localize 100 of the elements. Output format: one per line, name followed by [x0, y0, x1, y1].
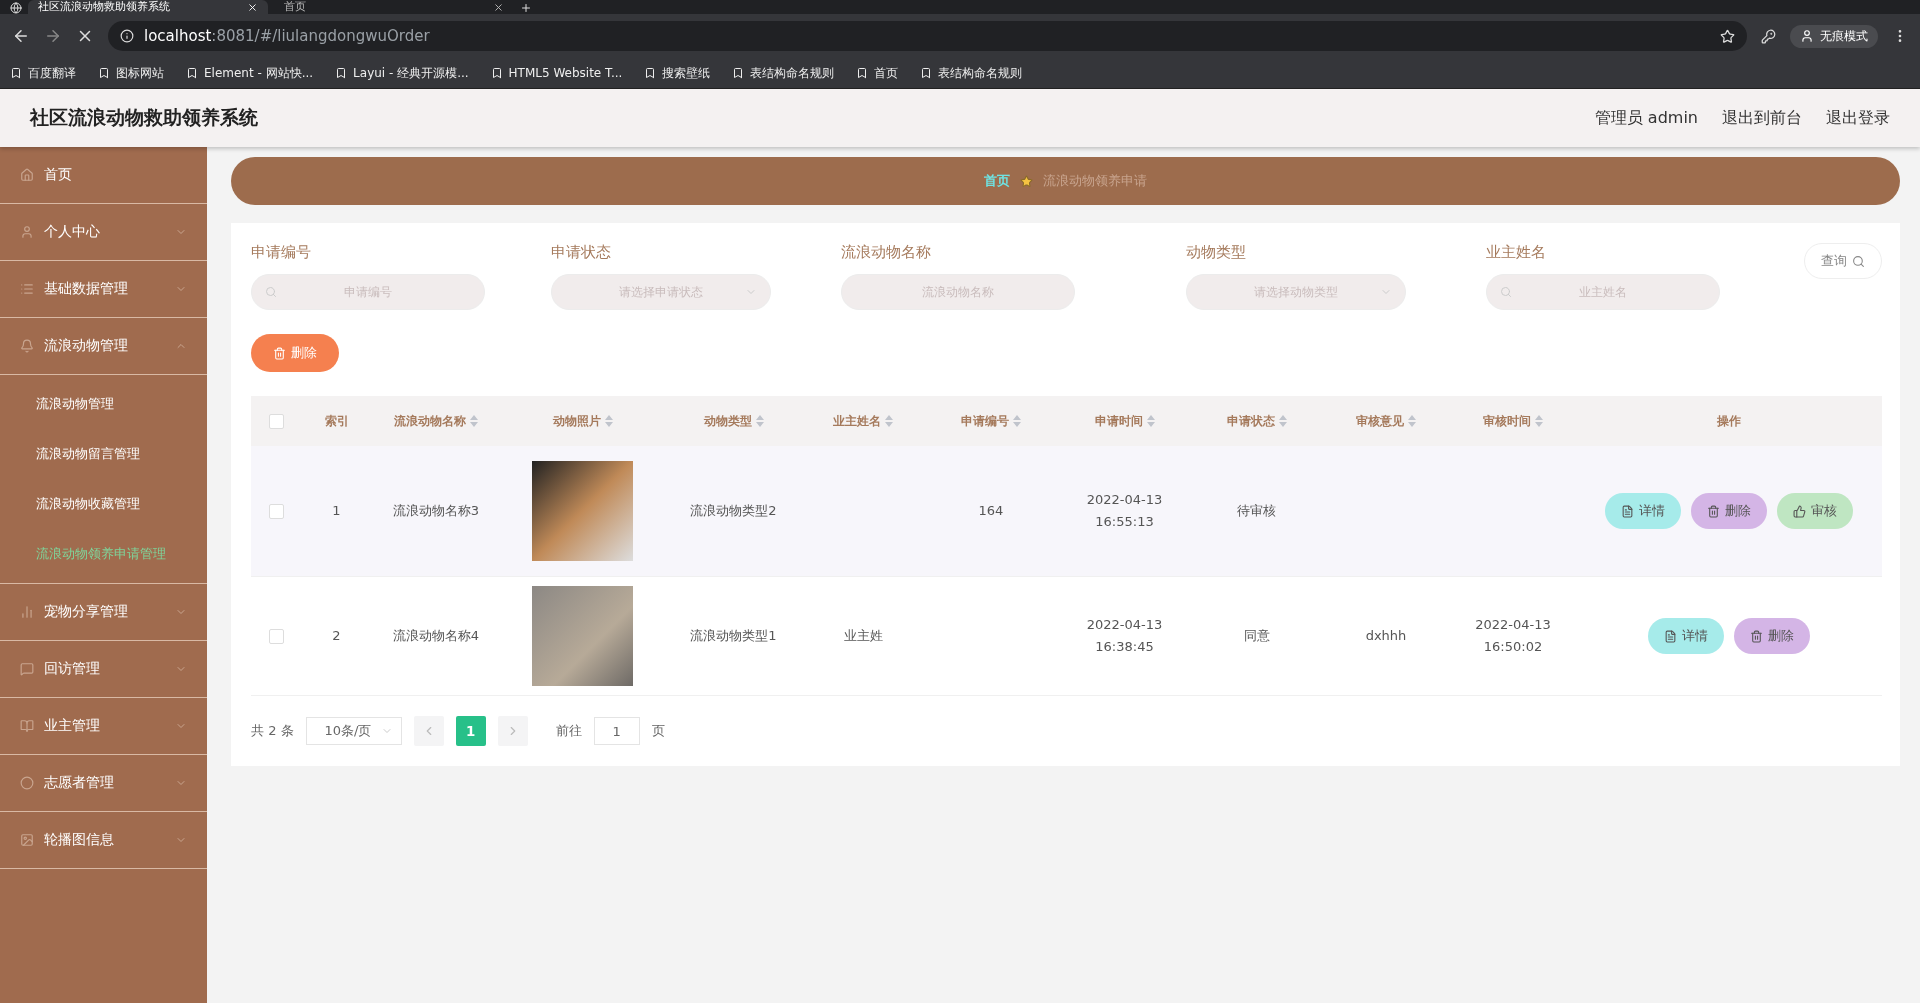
header-link[interactable]: 管理员 admin	[1594, 107, 1698, 129]
filter-label: 业主姓名	[1486, 243, 1547, 262]
delete-button[interactable]: 删除	[1734, 618, 1810, 654]
sort-icon[interactable]	[1146, 415, 1155, 427]
column-header: 索引	[324, 412, 349, 430]
column-header: 业主姓名	[833, 412, 881, 430]
key-icon[interactable]	[1761, 28, 1776, 44]
sidebar-item[interactable]: 个人中心	[0, 204, 207, 261]
bookmark[interactable]: 百度翻译	[10, 64, 76, 82]
sort-icon[interactable]	[604, 415, 613, 427]
table-cell: 流浪动物名称3	[392, 503, 480, 518]
info-icon	[120, 29, 134, 43]
page-suffix: 页	[651, 722, 665, 740]
bookmark[interactable]: Layui - 经典开源模...	[335, 64, 469, 82]
menu-item-icon	[20, 833, 34, 847]
url-text: localhost:8081/#/liulangdongwuOrder	[144, 27, 430, 45]
sort-icon[interactable]	[470, 415, 478, 427]
total-count: 共 2 条	[251, 722, 294, 740]
header-link[interactable]: 退出登录	[1826, 107, 1890, 129]
sidebar-item[interactable]: 流浪动物管理	[0, 318, 207, 375]
menu-item-icon	[20, 662, 34, 676]
back-icon[interactable]	[12, 27, 30, 45]
bookmark[interactable]: HTML5 Website T...	[490, 66, 623, 80]
filter-label: 流浪动物名称	[841, 243, 932, 262]
sidebar-item[interactable]: 业主管理	[0, 698, 207, 755]
bookmark[interactable]: 首页	[856, 64, 899, 82]
sidebar-item[interactable]: 基础数据管理	[0, 261, 207, 318]
search-button[interactable]: 查询	[1804, 243, 1882, 279]
trash-icon	[1750, 629, 1763, 643]
filter-label: 申请状态	[551, 243, 612, 262]
bookmark[interactable]: 表结构命名规则	[732, 64, 835, 82]
sidebar-item[interactable]: 回访管理	[0, 641, 207, 698]
sort-icon[interactable]	[1278, 415, 1287, 427]
sidebar-item[interactable]: 轮播图信息	[0, 812, 207, 869]
new-tab-icon[interactable]	[520, 2, 532, 14]
search-icon	[265, 286, 277, 298]
search-icon	[1500, 286, 1512, 298]
bookmark-icon	[490, 67, 503, 79]
bookmark-icon	[856, 67, 869, 79]
table-cell: 1	[332, 503, 341, 518]
bookmark[interactable]: 图标网站	[98, 64, 164, 82]
menu-item-icon	[20, 605, 34, 619]
filter-label: 动物类型	[1186, 243, 1247, 262]
bookmark[interactable]: Element - 网站快...	[186, 64, 314, 82]
sidebar-item[interactable]: 首页	[0, 147, 207, 204]
column-header: 流浪动物名称	[394, 412, 466, 430]
close-icon[interactable]	[247, 1, 258, 13]
detail-button[interactable]: 详情	[1605, 493, 1681, 529]
menu-item-icon	[20, 168, 34, 182]
breadcrumb-link[interactable]: 首页	[984, 172, 1010, 190]
checkbox[interactable]	[268, 503, 284, 519]
sort-icon[interactable]	[1013, 415, 1021, 427]
table-cell: 业主姓	[843, 628, 883, 643]
browser-icon	[10, 2, 22, 14]
column-header: 动物类型	[703, 412, 752, 430]
bookmark-icon	[186, 67, 198, 79]
sort-icon[interactable]	[1408, 415, 1416, 427]
menu-item-icon	[20, 776, 34, 790]
column-header: 申请时间	[1094, 412, 1143, 430]
table-cell: 2	[332, 628, 341, 643]
next-page-button[interactable]	[497, 716, 528, 746]
sidebar-item[interactable]: 宠物分享管理	[0, 584, 207, 641]
bookmark-icon	[98, 67, 110, 79]
delete-button[interactable]: 删除	[1691, 493, 1767, 529]
table-cell: dxhhh	[1365, 628, 1407, 643]
app-title: 社区流浪动物救助领养系统	[30, 105, 258, 130]
sort-icon[interactable]	[1535, 415, 1543, 427]
table-cell: 同意	[1243, 628, 1270, 643]
address-bar[interactable]: localhost:8081/#/liulangdongwuOrder	[108, 21, 1747, 51]
bookmark[interactable]: 表结构命名规则	[920, 64, 1023, 82]
sidebar-subitem[interactable]: 流浪动物留言管理	[0, 429, 207, 479]
sidebar-item[interactable]: 志愿者管理	[0, 755, 207, 812]
sidebar-subitem[interactable]: 流浪动物收藏管理	[0, 479, 207, 529]
search-icon	[1852, 254, 1865, 268]
browser-tab[interactable]: 首页	[274, 0, 514, 14]
table-cell: 2022-04-13 16:50:02	[1475, 617, 1551, 654]
column-header: 申请编号	[961, 412, 1009, 430]
checkbox[interactable]	[268, 628, 284, 644]
browser-tab[interactable]: 社区流浪动物救助领养系统	[28, 0, 268, 14]
bookmark[interactable]: 搜索壁纸	[644, 64, 711, 82]
incognito-badge[interactable]: 无痕模式	[1790, 24, 1878, 48]
trash-icon	[273, 346, 286, 360]
page-input[interactable]: 1	[593, 717, 640, 745]
star-icon[interactable]	[1720, 28, 1735, 44]
prev-page-button[interactable]	[413, 716, 444, 746]
menu-item-icon	[20, 719, 34, 733]
review-button[interactable]: 审核	[1777, 493, 1853, 529]
sidebar-subitem[interactable]: 流浪动物管理	[0, 379, 207, 429]
checkbox[interactable]	[268, 413, 284, 429]
forward-icon[interactable]	[44, 27, 62, 45]
sort-icon[interactable]	[755, 415, 764, 427]
page-size-select[interactable]: 10条/页	[305, 717, 402, 745]
header-link[interactable]: 退出到前台	[1722, 107, 1802, 129]
table-cell: 2022-04-13 16:38:45	[1086, 617, 1163, 654]
person-icon	[1800, 29, 1814, 43]
close-icon[interactable]	[493, 1, 504, 13]
table-cell: 流浪动物类型1	[690, 628, 777, 643]
filter-label: 申请编号	[251, 243, 312, 262]
sort-icon[interactable]	[885, 415, 893, 427]
detail-button[interactable]: 详情	[1648, 618, 1724, 654]
